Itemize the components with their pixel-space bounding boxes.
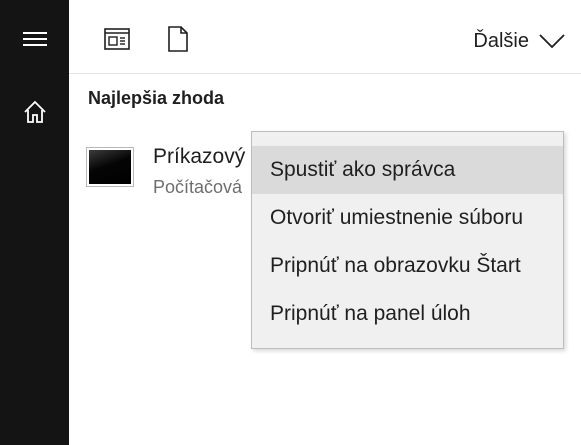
chevron-down-icon	[539, 34, 565, 48]
best-match-heading: Najlepšia zhoda	[88, 88, 225, 108]
documents-filter-button[interactable]	[163, 24, 193, 54]
hamburger-menu-button[interactable]	[0, 15, 69, 63]
home-button[interactable]	[0, 88, 69, 136]
result-name: Príkazový	[153, 145, 246, 168]
home-icon	[23, 100, 46, 123]
apps-filter-button[interactable]	[102, 24, 132, 54]
more-label: Ďalšie	[473, 29, 529, 52]
search-filter-bar: Ďalšie	[69, 0, 581, 74]
run-as-admin-menu-item[interactable]: Spustiť ako správca	[252, 146, 563, 194]
result-kind: Počítačová	[153, 177, 243, 197]
context-menu: Spustiť ako správca Otvoriť umiestnenie …	[251, 131, 564, 349]
more-filters-dropdown[interactable]: Ďalšie	[473, 26, 565, 56]
pin-to-start-menu-item[interactable]: Pripnúť na obrazovku Štart	[252, 242, 563, 290]
pin-to-taskbar-menu-item[interactable]: Pripnúť na panel úloh	[252, 290, 563, 338]
open-file-location-menu-item[interactable]: Otvoriť umiestnenie súboru	[252, 194, 563, 242]
left-rail	[0, 0, 69, 445]
apps-filter-icon	[104, 28, 130, 50]
start-search-window: Ďalšie Najlepšia zhoda Príkazový Počítač…	[0, 0, 581, 445]
command-prompt-icon	[86, 147, 134, 187]
document-icon	[168, 26, 188, 52]
hamburger-icon	[22, 32, 47, 46]
